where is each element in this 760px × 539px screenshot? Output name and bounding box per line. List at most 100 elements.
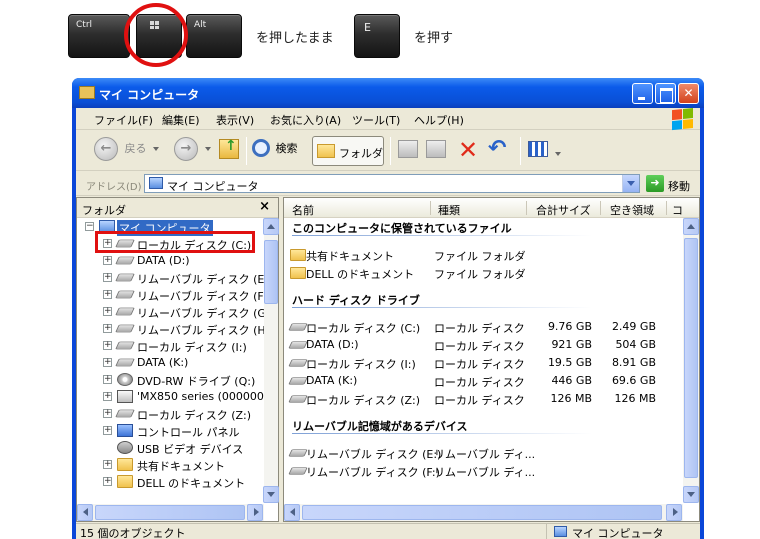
up-folder-button[interactable]: ↑ [219, 138, 239, 167]
menu-view[interactable]: 表示(V) [216, 112, 254, 128]
group-header: リムーバブル記憶域があるデバイス [292, 420, 468, 433]
go-button-label[interactable]: 移動 [668, 178, 690, 194]
column-free-space[interactable]: 空き領域 [610, 202, 654, 218]
tree-item[interactable]: + リムーバブル ディスク (H:) [77, 320, 264, 337]
column-type[interactable]: 種類 [438, 202, 460, 218]
tree-item[interactable]: + リムーバブル ディスク (F:) [77, 286, 264, 303]
folder-pane-hscrollbar[interactable] [77, 504, 264, 521]
drive-icon [288, 377, 308, 385]
tree-item[interactable]: + ローカル ディスク (I:) [77, 337, 264, 354]
group-divider [292, 433, 592, 434]
list-item[interactable]: DATA (D:) ローカル ディスク 921 GB 504 GB [284, 336, 684, 353]
up-folder-icon: ↑ [219, 138, 239, 159]
forward-button[interactable]: → [174, 137, 211, 165]
column-divider[interactable] [430, 201, 431, 215]
list-item[interactable]: ローカル ディスク (Z:) ローカル ディスク 126 MB 126 MB [284, 390, 684, 407]
expand-icon[interactable]: + [103, 460, 112, 469]
move-to-button[interactable] [398, 140, 418, 168]
tree-item[interactable]: + DVD-RW ドライブ (Q:) [77, 371, 264, 388]
expand-icon[interactable]: + [103, 477, 112, 486]
file-list-hscrollbar[interactable] [284, 504, 683, 521]
status-location: マイ コンピュータ [572, 527, 664, 539]
column-divider[interactable] [600, 201, 601, 215]
maximize-button[interactable] [655, 83, 676, 104]
scroll-left-button[interactable] [77, 504, 93, 521]
folder-pane-vscrollbar[interactable] [263, 218, 279, 503]
scroll-thumb[interactable] [264, 240, 278, 304]
address-dropdown-button[interactable] [622, 175, 639, 192]
group-divider [292, 235, 592, 236]
tree-item[interactable]: + リムーバブル ディスク (E:) [77, 269, 264, 286]
close-button[interactable]: ✕ [678, 83, 699, 104]
list-item[interactable]: 共有ドキュメント ファイル フォルダ [284, 246, 684, 263]
minimize-button[interactable] [632, 83, 653, 104]
list-item[interactable]: DELL のドキュメント ファイル フォルダ [284, 264, 684, 281]
scroll-down-button[interactable] [263, 486, 279, 503]
expand-icon[interactable]: + [103, 392, 112, 401]
scroll-up-button[interactable] [263, 218, 279, 235]
tree-item[interactable]: + リムーバブル ディスク (G:) [77, 303, 264, 320]
undo-icon[interactable]: ↶ [488, 136, 506, 164]
menu-tools[interactable]: ツール(T) [352, 112, 400, 128]
go-arrow-icon[interactable]: ➜ [646, 175, 664, 192]
scroll-thumb[interactable] [684, 238, 698, 478]
views-button[interactable] [528, 141, 561, 169]
column-divider[interactable] [666, 201, 667, 215]
tree-item[interactable]: + DATA (D:) [77, 252, 264, 269]
expand-icon[interactable]: + [103, 307, 112, 316]
tree-item[interactable]: USB ビデオ デバイス [77, 439, 264, 456]
expand-icon[interactable]: + [103, 341, 112, 350]
delete-icon[interactable]: ✕ [458, 136, 478, 164]
folders-button[interactable]: フォルダ [312, 136, 384, 166]
column-comment[interactable]: コ [672, 202, 683, 218]
file-list-pane: 名前 種類 合計サイズ 空き領域 コ このコンピュータに保管されているファイル共… [283, 197, 700, 522]
title-bar[interactable]: マイ コンピュータ ✕ [72, 78, 704, 108]
scroll-right-button[interactable] [247, 504, 263, 521]
list-item[interactable]: ローカル ディスク (I:) ローカル ディスク 19.5 GB 8.91 GB [284, 354, 684, 371]
folder-tree: − マイ コンピュータ + ローカル ディスク (C:) + DATA (D:) + リムーバ… [77, 218, 264, 503]
windows-flag-icon [672, 107, 694, 131]
expand-icon[interactable]: + [103, 324, 112, 333]
tree-item[interactable]: + コントロール パネル [77, 422, 264, 439]
collapse-icon[interactable]: − [85, 222, 94, 231]
expand-icon[interactable]: + [103, 290, 112, 299]
tree-item[interactable]: + 'MX850 series (000000d [77, 388, 264, 405]
scroll-thumb[interactable] [302, 505, 662, 520]
expand-icon[interactable]: + [103, 426, 112, 435]
folder-icon [317, 144, 335, 158]
expand-icon[interactable]: + [103, 256, 112, 265]
list-item[interactable]: ローカル ディスク (C:) ローカル ディスク 9.76 GB 2.49 GB [284, 318, 684, 335]
expand-icon[interactable]: + [103, 375, 112, 384]
scroll-right-button[interactable] [666, 504, 682, 521]
list-item[interactable]: DATA (K:) ローカル ディスク 446 GB 69.6 GB [284, 372, 684, 389]
scroll-left-button[interactable] [284, 504, 300, 521]
back-button[interactable]: ← 戻る [94, 137, 159, 165]
scroll-down-button[interactable] [683, 486, 699, 503]
expand-icon[interactable]: + [103, 273, 112, 282]
tree-item[interactable]: + DELL のドキュメント [77, 473, 264, 490]
tree-item[interactable]: + ローカル ディスク (Z:) [77, 405, 264, 422]
drive-icon [115, 256, 135, 265]
column-name[interactable]: 名前 [292, 202, 314, 218]
menu-edit[interactable]: 編集(E) [162, 112, 200, 128]
menu-file[interactable]: ファイル(F) [94, 112, 153, 128]
list-item[interactable]: リムーバブル ディスク (E:) リムーバブル ディ... [284, 444, 684, 461]
expand-icon[interactable]: + [103, 409, 112, 418]
file-list-vscrollbar[interactable] [683, 218, 699, 503]
list-item[interactable]: リムーバブル ディスク (F:) リムーバブル ディ... [284, 462, 684, 479]
drive-icon [288, 359, 308, 367]
cell-total: 126 MB [550, 392, 592, 405]
expand-icon[interactable]: + [103, 358, 112, 367]
scroll-thumb[interactable] [95, 505, 245, 520]
column-total-size[interactable]: 合計サイズ [536, 202, 591, 218]
column-divider[interactable] [526, 201, 527, 215]
address-input[interactable]: マイ コンピュータ [144, 174, 640, 193]
menu-help[interactable]: ヘルプ(H) [414, 112, 464, 128]
menu-favorites[interactable]: お気に入り(A) [270, 112, 341, 128]
tree-item[interactable]: + 共有ドキュメント [77, 456, 264, 473]
folder-pane-close-icon[interactable]: × [259, 199, 270, 214]
scroll-up-button[interactable] [683, 218, 699, 235]
tree-item[interactable]: + DATA (K:) [77, 354, 264, 371]
search-button[interactable]: 検索 [252, 139, 298, 167]
copy-to-button[interactable] [426, 140, 446, 168]
